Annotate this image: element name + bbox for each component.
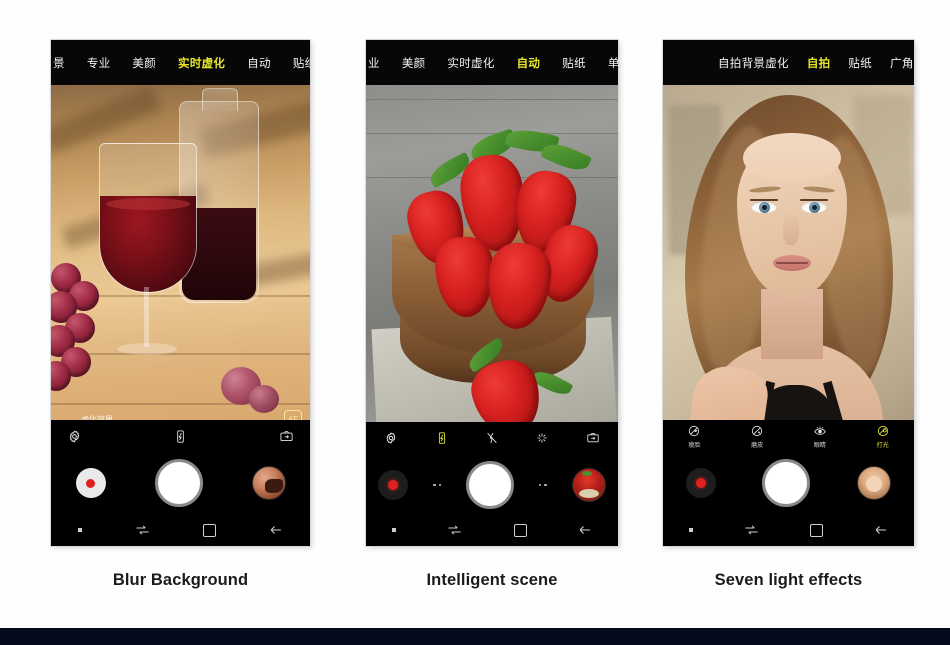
recent-apps-icon[interactable]: [688, 528, 693, 532]
flash-icon[interactable]: [416, 431, 466, 445]
viewfinder[interactable]: self 柔光 轮廓 舞台 舞台黑白: [663, 85, 914, 460]
shutter-button[interactable]: [465, 461, 514, 509]
page-bottom-bar: [0, 628, 950, 645]
gallery-thumbnail[interactable]: [571, 468, 606, 502]
shutter-row: [51, 452, 310, 514]
record-button[interactable]: [75, 468, 106, 498]
beauty-label: 瘦脸: [688, 441, 701, 449]
mode-dots-right: [538, 483, 547, 487]
shutter-button[interactable]: [154, 459, 203, 507]
camera-switch-icon[interactable]: [568, 431, 618, 445]
phone-seven-light-effects: 自拍背景虚化 自拍 贴纸 广角自拍: [663, 40, 914, 546]
viewfinder[interactable]: [366, 85, 618, 462]
phone-intelligent-scene: 业 美颜 实时虚化 自动 贴纸 单手模式 张: [366, 40, 618, 546]
caption-blur-background: Blur Background: [112, 571, 249, 589]
caption-intelligent-scene: Intelligent scene: [426, 571, 558, 589]
mode-tab[interactable]: 单手模式: [608, 55, 618, 71]
camera-switch-icon[interactable]: [279, 429, 294, 444]
mode-tab[interactable]: 贴纸: [848, 55, 872, 71]
multi-window-icon[interactable]: [447, 524, 462, 536]
wine-glass: [99, 143, 197, 293]
photo-wine-scene: [51, 85, 310, 460]
eye-icon[interactable]: 眼睛: [789, 424, 852, 449]
mode-tab[interactable]: 业: [368, 55, 380, 71]
multi-window-icon[interactable]: [744, 524, 759, 536]
recent-apps-icon[interactable]: [77, 528, 82, 532]
android-navbar: [366, 514, 618, 546]
mode-bar[interactable]: 景 专业 美颜 实时虚化 自动 贴纸 单手: [51, 40, 310, 85]
settings-icon[interactable]: [67, 429, 82, 444]
mode-tab[interactable]: 自动: [247, 55, 271, 71]
mode-bar[interactable]: 自拍背景虚化 自拍 贴纸 广角自拍: [663, 40, 914, 85]
mode-tab-active[interactable]: 自动: [517, 55, 541, 71]
left-eye: [751, 201, 777, 213]
flash-icon[interactable]: [173, 429, 188, 444]
mode-bar[interactable]: 业 美颜 实时虚化 自动 贴纸 单手模式 张: [366, 40, 618, 85]
camera-controls: [366, 422, 618, 546]
skin-label: 磨皮: [751, 441, 764, 449]
quick-icon-row: [51, 420, 310, 452]
photo-strawberry-scene: [366, 85, 618, 462]
shutter-button[interactable]: [762, 459, 811, 507]
mode-tab[interactable]: 广角自拍: [890, 55, 914, 71]
android-navbar: [51, 514, 310, 546]
flash-off-icon[interactable]: [467, 431, 517, 445]
gallery-thumbnail[interactable]: [251, 466, 286, 500]
caption-seven-light-effects: Seven light effects: [714, 571, 863, 589]
right-eye: [801, 201, 827, 213]
quick-icon-row: [366, 422, 618, 454]
page-root: 景 专业 美颜 实时虚化 自动 贴纸 单手: [0, 0, 950, 645]
eye-label: 眼睛: [813, 441, 826, 449]
mode-tab[interactable]: 贴纸: [562, 55, 586, 71]
multi-window-icon[interactable]: [135, 524, 150, 536]
camera-controls: [51, 420, 310, 546]
back-icon[interactable]: [269, 524, 283, 536]
mode-tab-active[interactable]: 自拍: [807, 55, 831, 71]
back-icon[interactable]: [874, 524, 888, 536]
back-icon[interactable]: [578, 524, 592, 536]
mode-tab[interactable]: 贴纸: [293, 55, 310, 71]
phone-blur-background: 景 专业 美颜 实时虚化 自动 贴纸 单手: [51, 40, 310, 546]
mode-tab[interactable]: 景: [53, 55, 65, 71]
skin-icon[interactable]: 磨皮: [726, 424, 789, 449]
settings-icon[interactable]: [366, 431, 416, 445]
mode-dots-left: [433, 483, 442, 487]
home-icon[interactable]: [203, 523, 217, 537]
photo-portrait-scene: [663, 85, 914, 460]
beauty-tools-row: 瘦脸 磨皮 眼睛 打光: [663, 420, 914, 452]
mode-tab[interactable]: 美颜: [402, 55, 426, 71]
mode-tab[interactable]: 专业: [87, 55, 111, 71]
record-button[interactable]: [378, 470, 409, 500]
shutter-row: [366, 454, 618, 516]
lighting-label: 打光: [876, 441, 889, 449]
shutter-row: [663, 452, 914, 514]
mode-tab[interactable]: 自拍背景虚化: [718, 55, 789, 71]
mode-tab-active[interactable]: 实时虚化: [178, 55, 225, 71]
record-button[interactable]: [686, 468, 717, 498]
camera-controls: 瘦脸 磨皮 眼睛 打光: [663, 420, 914, 546]
android-navbar: [663, 514, 914, 546]
sparkle-effects-icon[interactable]: [517, 431, 567, 445]
mode-tab[interactable]: 实时虚化: [447, 55, 494, 71]
lighting-icon[interactable]: 打光: [851, 424, 914, 449]
home-icon[interactable]: [810, 523, 824, 537]
beauty-icon[interactable]: 瘦脸: [663, 424, 726, 449]
recent-apps-icon[interactable]: [391, 528, 396, 532]
gallery-thumbnail[interactable]: [856, 466, 891, 500]
mode-tab[interactable]: 美颜: [132, 55, 156, 71]
viewfinder[interactable]: 虚化效果 AF: [51, 85, 310, 460]
home-icon[interactable]: [513, 523, 527, 537]
